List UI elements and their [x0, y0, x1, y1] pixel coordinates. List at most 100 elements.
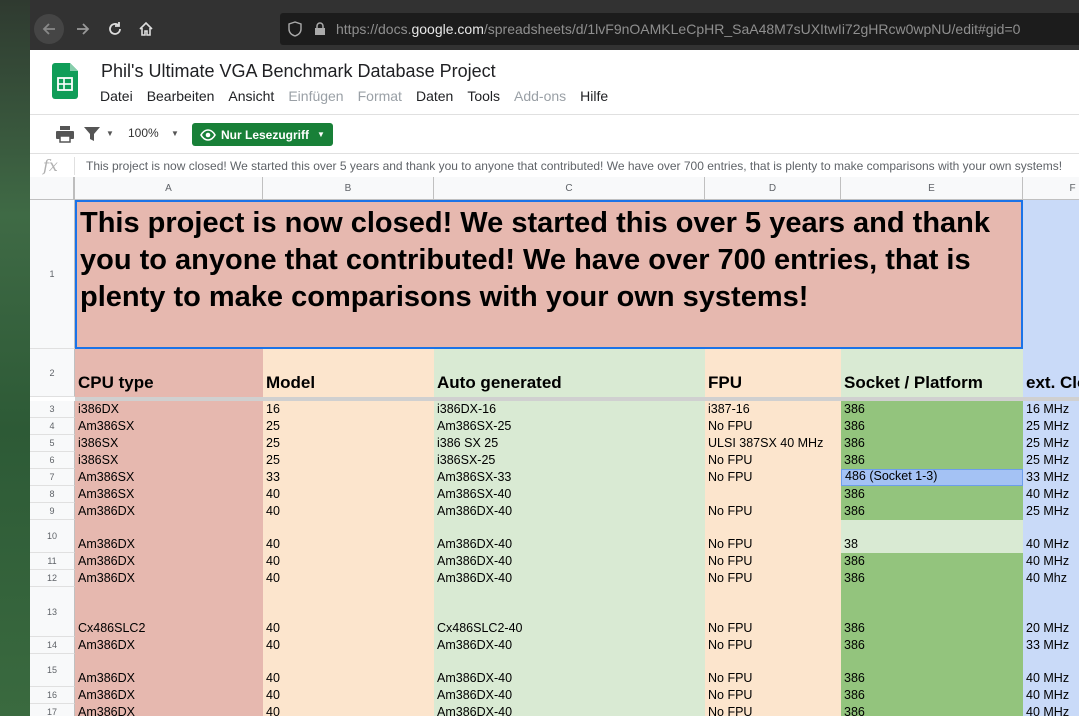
row-header[interactable]: 16 — [30, 687, 75, 704]
header-cpu-type[interactable]: CPU type — [75, 349, 263, 397]
cell-auto-generated[interactable]: Am386DX-40 — [434, 520, 705, 553]
document-title[interactable]: Phil's Ultimate VGA Benchmark Database P… — [101, 61, 496, 82]
menu-addons[interactable]: Add-ons — [514, 88, 566, 104]
row-header[interactable]: 12 — [30, 570, 75, 587]
cell-cpu-type[interactable]: Am386SX — [75, 486, 263, 503]
row-header[interactable]: 17 — [30, 704, 75, 716]
cell-socket-platform[interactable]: 386 — [841, 435, 1023, 452]
cell-ext-clock[interactable]: 40 MHz — [1023, 520, 1079, 553]
cell-fpu[interactable]: No FPU — [705, 637, 841, 654]
cell-fpu[interactable]: No FPU — [705, 469, 841, 486]
cell-model[interactable]: 25 — [263, 452, 434, 469]
column-header-e[interactable]: E — [841, 177, 1023, 200]
cell-ext-clock[interactable]: 33 MHz — [1023, 637, 1079, 654]
cell-fpu[interactable]: i387-16 — [705, 401, 841, 418]
row-header-1[interactable]: 1 — [30, 200, 75, 349]
cell-auto-generated[interactable]: Am386DX-40 — [434, 704, 705, 716]
spreadsheet-grid[interactable]: A B C D E F 1 This project is now closed… — [30, 177, 1079, 716]
cell-model[interactable]: 40 — [263, 637, 434, 654]
cell-socket-platform[interactable]: 386 — [841, 570, 1023, 587]
menu-ansicht[interactable]: Ansicht — [228, 88, 274, 104]
cell-ext-clock[interactable]: 16 MHz — [1023, 401, 1079, 418]
row-header[interactable]: 10 — [30, 520, 75, 553]
cell-socket-platform[interactable]: 486 (Socket 1-3) — [841, 469, 1023, 486]
cell-cpu-type[interactable]: Am386DX — [75, 503, 263, 520]
cell-cpu-type[interactable]: Am386DX — [75, 704, 263, 716]
cell-fpu[interactable]: No FPU — [705, 418, 841, 435]
cell-ext-clock[interactable]: 40 MHz — [1023, 486, 1079, 503]
menu-daten[interactable]: Daten — [416, 88, 453, 104]
cell-cpu-type[interactable]: i386SX — [75, 435, 263, 452]
row-header[interactable]: 15 — [30, 654, 75, 687]
select-all-corner[interactable] — [30, 177, 77, 200]
cell-cpu-type[interactable]: i386SX — [75, 452, 263, 469]
cell-auto-generated[interactable]: Am386DX-40 — [434, 553, 705, 570]
cell-fpu[interactable] — [705, 486, 841, 503]
address-bar[interactable]: https://docs.google.com/spreadsheets/d/1… — [280, 13, 1079, 45]
cell-socket-platform[interactable]: 386 — [841, 553, 1023, 570]
menu-einfuegen[interactable]: Einfügen — [288, 88, 343, 104]
cell-cpu-type[interactable]: Am386DX — [75, 570, 263, 587]
readonly-button[interactable]: Nur Lesezugriff ▼ — [192, 123, 333, 146]
cell-auto-generated[interactable]: Am386DX-40 — [434, 654, 705, 687]
cell-model[interactable]: 40 — [263, 486, 434, 503]
cell-ext-clock[interactable]: 33 MHz — [1023, 469, 1079, 486]
cell-ext-clock[interactable]: 40 MHz — [1023, 687, 1079, 704]
column-header-f[interactable]: F — [1023, 177, 1079, 200]
cell-fpu[interactable]: No FPU — [705, 503, 841, 520]
cell-socket-platform[interactable]: 386 — [841, 587, 1023, 637]
cell-auto-generated[interactable]: Am386DX-40 — [434, 687, 705, 704]
cell-model[interactable]: 40 — [263, 687, 434, 704]
cell-fpu[interactable]: No FPU — [705, 704, 841, 716]
header-fpu[interactable]: FPU — [705, 349, 841, 397]
cell-auto-generated[interactable]: Cx486SLC2-40 — [434, 587, 705, 637]
header-socket-platform[interactable]: Socket / Platform — [841, 349, 1023, 397]
column-header-d[interactable]: D — [705, 177, 841, 200]
cell-cpu-type[interactable]: Am386DX — [75, 654, 263, 687]
zoom-dropdown-icon[interactable]: ▼ — [171, 129, 179, 138]
shield-icon[interactable] — [288, 21, 302, 37]
back-button[interactable] — [34, 14, 64, 44]
cell-model[interactable]: 40 — [263, 704, 434, 716]
zoom-select[interactable]: 100% — [128, 126, 159, 140]
cell-cpu-type[interactable]: Am386SX — [75, 469, 263, 486]
cell-auto-generated[interactable]: Am386SX-25 — [434, 418, 705, 435]
menu-format[interactable]: Format — [358, 88, 402, 104]
column-header-b[interactable]: B — [263, 177, 434, 200]
cell-socket-platform[interactable]: 386 — [841, 486, 1023, 503]
row-header[interactable]: 13 — [30, 587, 75, 637]
menu-datei[interactable]: Datei — [100, 88, 133, 104]
cell-cpu-type[interactable]: Am386SX — [75, 418, 263, 435]
cell-auto-generated[interactable]: Am386SX-40 — [434, 486, 705, 503]
cell-cpu-type[interactable]: i386DX — [75, 401, 263, 418]
cell-model[interactable]: 16 — [263, 401, 434, 418]
lock-icon[interactable] — [314, 22, 326, 36]
cell-model[interactable]: 33 — [263, 469, 434, 486]
row-header[interactable]: 7 — [30, 469, 75, 486]
cell-fpu[interactable]: ULSI 387SX 40 MHz — [705, 435, 841, 452]
header-ext-clock[interactable]: ext. Clock — [1023, 349, 1079, 397]
cell-cpu-type[interactable]: Am386DX — [75, 637, 263, 654]
cell-fpu[interactable]: No FPU — [705, 654, 841, 687]
header-model[interactable]: Model — [263, 349, 434, 397]
cell-cpu-type[interactable]: Am386DX — [75, 687, 263, 704]
cell-ext-clock[interactable]: 40 Mhz — [1023, 570, 1079, 587]
row-header[interactable]: 11 — [30, 553, 75, 570]
home-button[interactable] — [131, 14, 161, 44]
filter-icon[interactable] — [83, 124, 101, 144]
cell-ext-clock[interactable]: 25 MHz — [1023, 435, 1079, 452]
cell-socket-platform[interactable]: 38 — [841, 520, 1023, 553]
row-header[interactable]: 5 — [30, 435, 75, 452]
cell-model[interactable]: 40 — [263, 570, 434, 587]
cell-ext-clock[interactable]: 40 MHz — [1023, 553, 1079, 570]
print-icon[interactable] — [55, 124, 75, 144]
cell-fpu[interactable]: No FPU — [705, 520, 841, 553]
cell-fpu[interactable]: No FPU — [705, 452, 841, 469]
cell-fpu[interactable]: No FPU — [705, 553, 841, 570]
column-header-a[interactable]: A — [75, 177, 263, 200]
google-sheets-logo-icon[interactable] — [52, 63, 78, 99]
row-header[interactable]: 6 — [30, 452, 75, 469]
menu-bearbeiten[interactable]: Bearbeiten — [147, 88, 215, 104]
cell-ext-clock[interactable]: 40 MHz — [1023, 704, 1079, 716]
cell-socket-platform[interactable]: 386 — [841, 704, 1023, 716]
